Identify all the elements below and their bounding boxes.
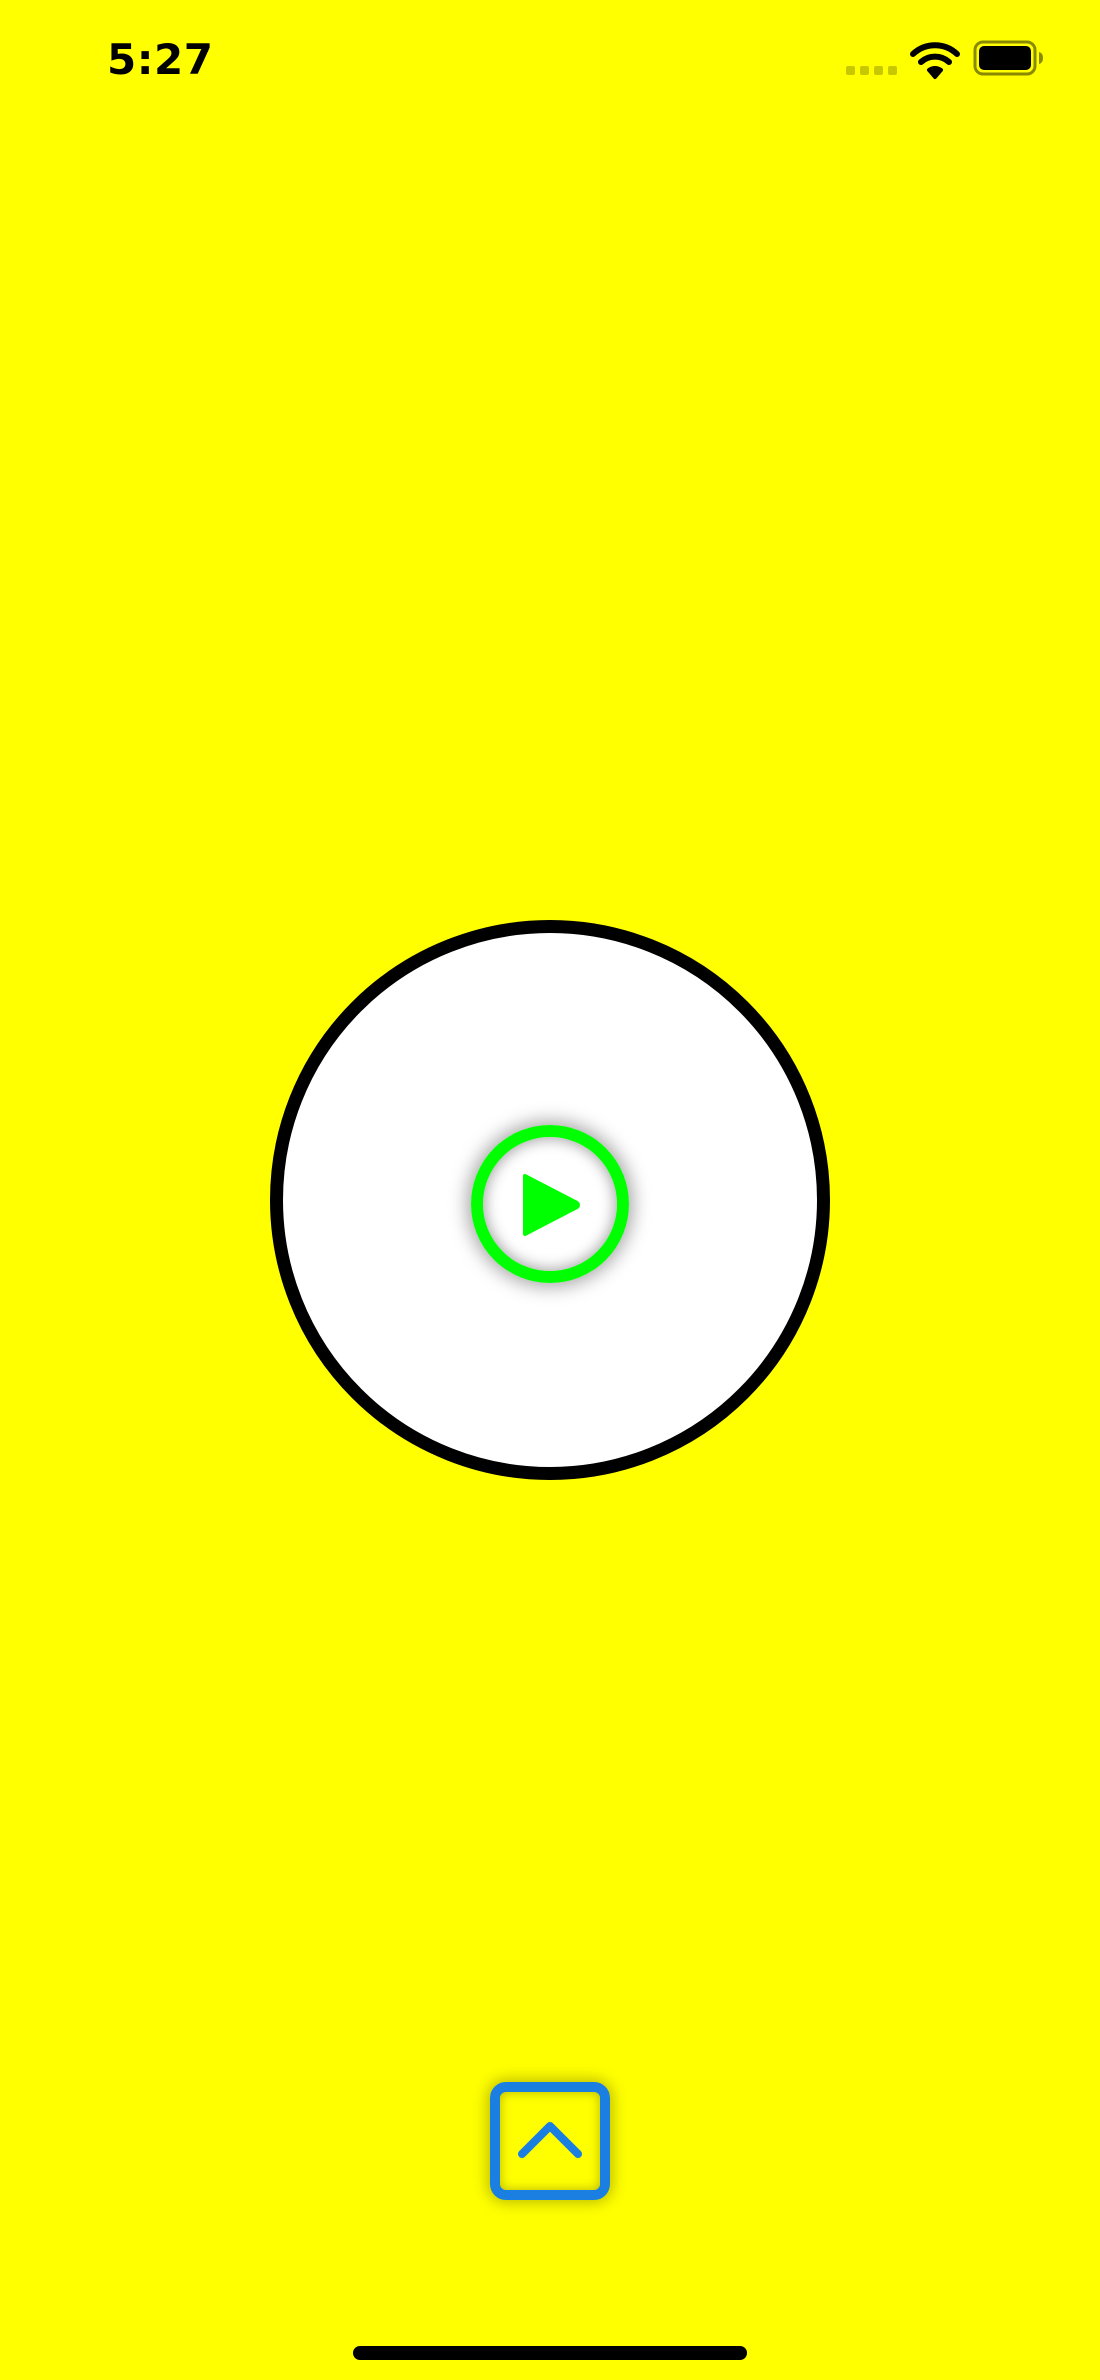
chevron-up-icon bbox=[518, 2122, 582, 2158]
wifi-icon bbox=[910, 42, 960, 79]
status-bar: 5:27 bbox=[0, 0, 1100, 120]
play-icon bbox=[523, 1174, 580, 1236]
expand-button[interactable] bbox=[490, 2082, 610, 2200]
status-time: 5:27 bbox=[107, 35, 214, 84]
play-button[interactable] bbox=[471, 1125, 629, 1283]
cellular-signal-icon bbox=[846, 66, 897, 75]
battery-icon bbox=[973, 40, 1043, 76]
home-indicator[interactable] bbox=[353, 2346, 747, 2360]
app-screen: 5:27 bbox=[0, 0, 1100, 2380]
